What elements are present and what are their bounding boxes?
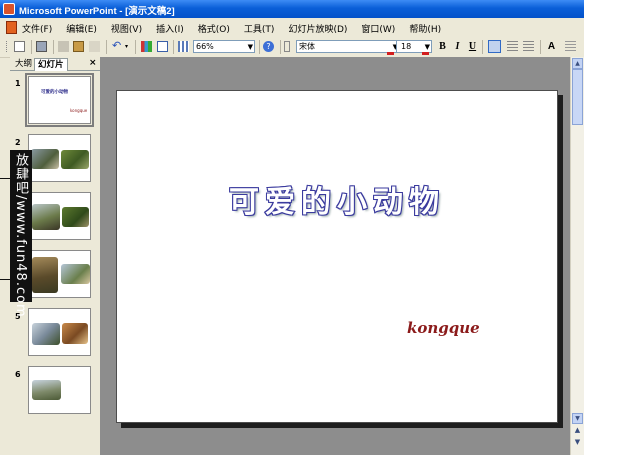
indent-icon[interactable] [565, 41, 576, 52]
align-left-icon[interactable] [488, 40, 501, 53]
tab-outline[interactable]: 大纲 [12, 58, 35, 70]
vertical-scrollbar[interactable]: ▲ ▼ ▲ ▼ [570, 57, 584, 455]
bold-button[interactable]: B [436, 40, 449, 53]
menu-tools[interactable]: 工具(T) [244, 22, 275, 35]
scroll-down-icon[interactable]: ▼ [572, 413, 583, 424]
zoom-select[interactable]: 66% ▼ [193, 40, 255, 53]
animal-photo [31, 149, 59, 169]
menu-bar: 文件(F) 编辑(E) 视图(V) 插入(I) 格式(O) 工具(T) 幻灯片放… [0, 18, 584, 38]
thumbnail-title: 可爱的小动物 [41, 90, 68, 95]
menu-window[interactable]: 窗口(W) [361, 22, 395, 35]
toolbar-separator [31, 40, 32, 54]
slide-number: 6 [15, 370, 21, 379]
show-grid-icon[interactable] [178, 41, 189, 52]
watermark-line [0, 279, 10, 280]
thumbnail-subtitle: kongque [70, 108, 88, 113]
animal-photo [62, 323, 88, 344]
underline-button[interactable]: U [466, 40, 479, 53]
slide-number: 1 [15, 79, 21, 88]
font-size-value: 18 [401, 42, 412, 51]
menu-edit[interactable]: 编辑(E) [66, 22, 97, 35]
slide-thumbnail-4[interactable] [28, 250, 91, 298]
powerpoint-window: Microsoft PowerPoint - [演示文稿2] 文件(F) 编辑(… [0, 0, 584, 455]
scroll-up-icon[interactable]: ▲ [572, 58, 583, 69]
toolbar-grip[interactable] [6, 41, 9, 52]
animal-photo [61, 264, 90, 284]
title-bar: Microsoft PowerPoint - [演示文稿2] [0, 0, 584, 18]
font-size-marker [422, 52, 429, 55]
slide-thumbnail-5[interactable] [28, 308, 91, 356]
toolbar-separator [53, 40, 54, 54]
toolbar-separator [482, 40, 483, 54]
copy-icon[interactable] [58, 41, 69, 52]
slide-thumbnail-6[interactable] [28, 366, 91, 414]
toolbar: ↶ ▾ 66% ▼ ? 宋体 ▼ 18 ▼ B I U A [0, 37, 584, 58]
menu-view[interactable]: 视图(V) [111, 22, 142, 35]
numbered-list-icon[interactable] [507, 41, 518, 52]
insert-table-icon[interactable] [157, 41, 168, 52]
close-pane-button[interactable]: × [89, 58, 97, 68]
watermark-line [0, 178, 10, 179]
zoom-value: 66% [196, 42, 214, 51]
help-icon[interactable]: ? [263, 41, 274, 52]
slide-thumbnail-2[interactable] [28, 134, 91, 182]
tab-slides[interactable]: 幻灯片 [34, 58, 68, 71]
animal-photo [32, 257, 58, 293]
toolbar-separator [135, 40, 136, 54]
menu-format[interactable]: 格式(O) [198, 22, 230, 35]
menu-file[interactable]: 文件(F) [22, 22, 52, 35]
font-name-value: 宋体 [299, 42, 315, 51]
watermark-text: 放肆吧/www.fun48.com [13, 153, 28, 318]
slide-number: 2 [15, 138, 21, 147]
site-watermark: 放肆吧/www.fun48.com [10, 150, 32, 318]
animal-photo [61, 150, 89, 169]
menu-insert[interactable]: 插入(I) [156, 22, 184, 35]
italic-button[interactable]: I [451, 40, 464, 53]
toolbar-separator [173, 40, 174, 54]
slide-subtitle[interactable]: kongque [407, 319, 480, 337]
pane-tabs: 大纲 幻灯片 × [10, 57, 100, 71]
current-slide[interactable]: 可爱的小动物 kongque [116, 90, 558, 423]
animal-photo [62, 207, 89, 227]
format-painter-icon[interactable] [89, 41, 100, 52]
document-icon[interactable] [6, 21, 17, 34]
insert-chart-icon[interactable] [141, 41, 152, 52]
paste-icon[interactable] [73, 41, 84, 52]
previous-slide-icon[interactable]: ▲ [572, 426, 583, 437]
slide-thumbnail-1[interactable]: 可爱的小动物 kongque [25, 73, 94, 127]
bullet-list-icon[interactable] [523, 41, 534, 52]
slide-title[interactable]: 可爱的小动物 [117, 177, 557, 221]
font-name-select[interactable]: 宋体 ▼ [296, 40, 400, 53]
next-slide-icon[interactable]: ▼ [572, 438, 583, 449]
window-title: Microsoft PowerPoint - [演示文稿2] [19, 6, 175, 17]
slide-thumbnail-3[interactable] [28, 192, 91, 240]
menu-slideshow[interactable]: 幻灯片放映(D) [288, 22, 347, 35]
animal-photo [32, 204, 60, 230]
menu-help[interactable]: 帮助(H) [409, 22, 441, 35]
scrollbar-thumb[interactable] [572, 69, 583, 125]
toolbar-separator [280, 40, 281, 54]
toolbar-separator [106, 40, 107, 54]
font-marker [387, 52, 394, 55]
undo-icon[interactable]: ↶ [112, 40, 123, 52]
slide-editing-area: 可爱的小动物 kongque [100, 57, 570, 455]
increase-font-size-button[interactable]: A [545, 40, 558, 53]
animal-photo [32, 323, 60, 345]
toolbar-separator [259, 40, 260, 54]
powerpoint-app-icon[interactable] [3, 3, 15, 15]
chevron-down-icon: ▼ [247, 43, 253, 51]
animal-photo [32, 380, 61, 400]
print-icon[interactable] [36, 41, 47, 52]
toolbar-grip[interactable] [284, 41, 290, 52]
new-document-icon[interactable] [14, 41, 25, 52]
toolbar-separator [540, 40, 541, 54]
